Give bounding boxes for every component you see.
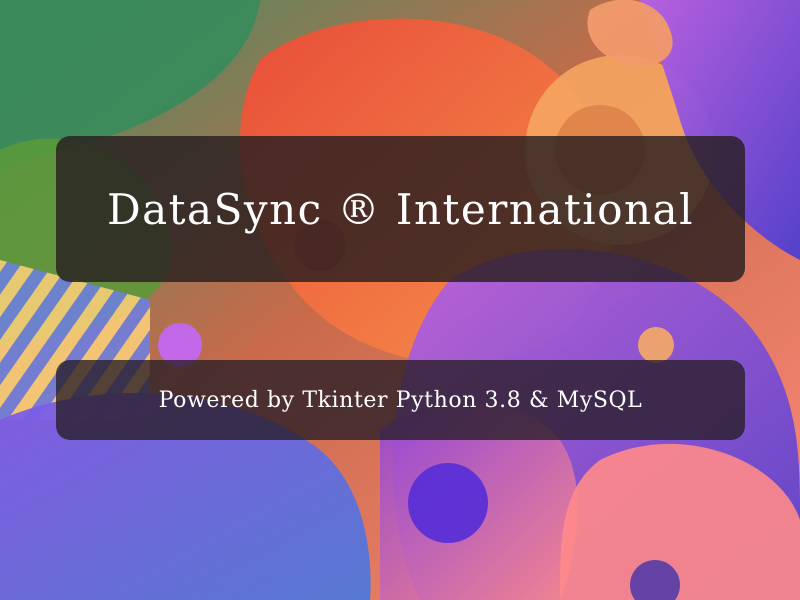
splash-screen: DataSync ® International Powered by Tkin…: [0, 0, 800, 600]
abstract-background-art: [0, 0, 800, 600]
title-panel: DataSync ® International: [56, 136, 745, 282]
purple-dot: [408, 463, 488, 543]
app-subtitle: Powered by Tkinter Python 3.8 & MySQL: [158, 387, 643, 413]
app-title: DataSync ® International: [106, 184, 695, 234]
subtitle-panel: Powered by Tkinter Python 3.8 & MySQL: [56, 360, 745, 440]
